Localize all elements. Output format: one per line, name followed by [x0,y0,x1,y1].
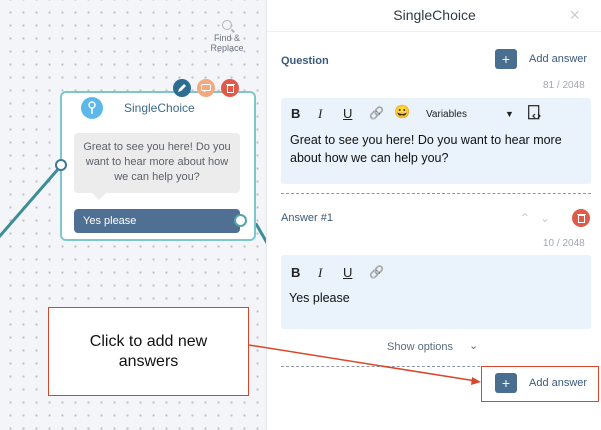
search-icon [222,20,232,30]
move-up-icon[interactable]: ⌃ [520,211,532,225]
incoming-connection-line [0,168,59,243]
node-title: SingleChoice [124,101,195,115]
question-text-line-2: about how we can help you? [290,151,449,165]
answer-text: Yes please [289,291,350,305]
bold-button[interactable]: B [291,107,300,121]
link-icon[interactable]: 🔗 [369,106,384,120]
node-message: Great to see you here! Do you want to he… [74,133,240,200]
trash-icon [225,84,235,93]
answer-editor[interactable]: B I U 🔗 Yes please [281,255,591,329]
annotation-highlight-box [481,366,599,402]
emoji-icon[interactable]: 😀 [394,105,410,119]
question-label: Question [281,55,329,67]
underline-button[interactable]: U [343,107,352,121]
italic-button[interactable]: I [318,107,322,121]
answer-char-counter: 10 / 2048 [543,238,585,249]
delete-node-button[interactable] [221,79,239,97]
close-icon[interactable]: × [569,6,580,24]
annotation-callout: Click to add new answers [48,307,249,396]
single-choice-node[interactable]: SingleChoice Great to see you here! Do y… [55,91,256,241]
show-options-toggle[interactable]: Show options [387,341,453,353]
code-snippet-icon[interactable] [528,105,542,124]
bold-button[interactable]: B [291,266,300,280]
answer-label: Answer #1 [281,212,333,224]
answer-output-port[interactable] [234,214,247,227]
chevron-down-icon[interactable]: ⌄ [469,339,478,352]
find-replace-button[interactable]: Find & Replace [206,20,248,53]
question-text-line-1: Great to see you here! Do you want to he… [290,133,562,147]
find-replace-label: Find & Replace [210,33,244,53]
panel-header: SingleChoice × [267,0,601,32]
italic-button[interactable]: I [318,266,322,280]
trash-icon [576,214,586,223]
node-input-port[interactable] [55,159,67,171]
delete-answer-button[interactable] [572,209,590,227]
comment-node-button[interactable] [197,79,215,97]
node-answer-option[interactable]: Yes please [74,209,240,233]
link-icon[interactable]: 🔗 [369,265,384,279]
panel-title: SingleChoice [393,7,476,23]
outgoing-connection-line [254,222,266,250]
single-choice-icon [81,97,103,119]
add-answer-top-button[interactable]: + [495,49,517,69]
add-answer-top-label[interactable]: Add answer [529,53,587,65]
edit-node-button[interactable] [173,79,191,97]
chevron-down-icon[interactable]: ▼ [505,107,514,121]
section-divider [281,193,591,194]
move-down-icon[interactable]: ⌄ [540,211,552,225]
pencil-icon [178,84,186,92]
question-editor[interactable]: B I U 🔗 😀 Variables ▼ Great to see you h… [281,98,591,184]
variables-dropdown[interactable]: Variables [426,108,467,122]
plus-icon: + [501,51,511,67]
underline-button[interactable]: U [343,266,352,280]
question-char-counter: 81 / 2048 [543,80,585,91]
comment-icon [201,83,211,92]
